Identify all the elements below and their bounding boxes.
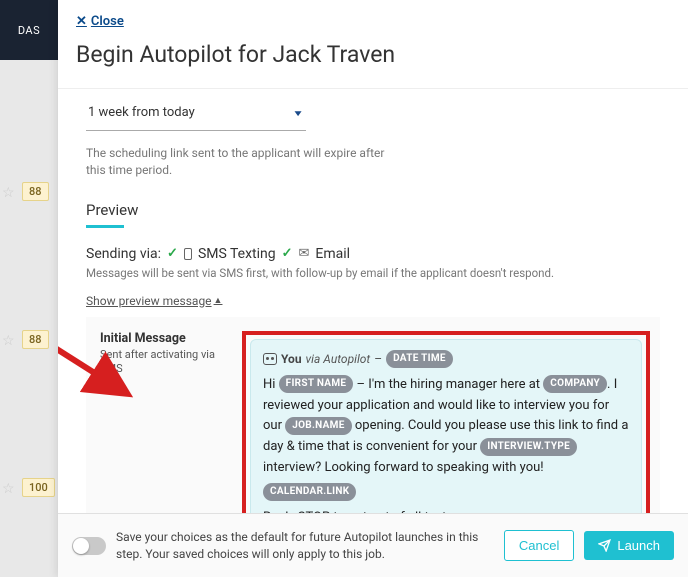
modal-footer: Save your choices as the default for fut… [58, 513, 688, 577]
pill-first-name: FIRST NAME [279, 375, 354, 393]
save-default-toggle[interactable] [72, 537, 106, 555]
launch-button[interactable]: Launch [584, 531, 674, 560]
annotation-highlight: You via Autopilot – DATE TIME Hi FIRST N… [242, 331, 650, 513]
expiry-select[interactable]: 1 week from today ▼ [86, 99, 306, 131]
modal-title: Begin Autopilot for Jack Traven [58, 29, 688, 89]
autopilot-modal: ✕ Close Begin Autopilot for Jack Traven … [58, 0, 688, 577]
launch-label: Launch [617, 538, 660, 553]
via-autopilot: via Autopilot [306, 350, 371, 369]
sender-you: You [281, 350, 302, 369]
show-preview-toggle[interactable]: Show preview message ▲ [86, 294, 222, 308]
star-icon: ☆ [2, 185, 15, 201]
pill-datetime: DATE TIME [386, 350, 453, 368]
email-label: Email [315, 246, 350, 262]
text-frag: – I'm the hiring manager here at [353, 377, 543, 392]
cancel-button[interactable]: Cancel [504, 530, 574, 561]
bot-icon [263, 353, 277, 365]
toggle-knob [73, 538, 89, 554]
sending-help-text: Messages will be sent via SMS first, wit… [86, 266, 660, 280]
sending-via-label: Sending via: [86, 246, 161, 262]
check-icon: ✓ [167, 246, 178, 261]
star-icon: ☆ [2, 333, 15, 349]
message-bubble: You via Autopilot – DATE TIME Hi FIRST N… [250, 339, 642, 513]
background-page: DAS ☆ 88 ☆ 88 ☆ 100 [0, 0, 58, 577]
optout-text: Reply STOP to opt-out of all text messag… [263, 508, 629, 513]
bubble-header: You via Autopilot – DATE TIME [263, 350, 629, 369]
nav-fragment: DAS [0, 0, 58, 60]
text-frag: Hi [263, 377, 279, 392]
close-icon: ✕ [76, 14, 87, 29]
score-badge: 88 [22, 330, 49, 349]
send-icon [598, 539, 611, 552]
initial-message-title: Initial Message [100, 331, 230, 346]
save-default-text: Save your choices as the default for fut… [116, 529, 494, 561]
envelope-icon: ✉ [299, 246, 310, 261]
separator: – [374, 350, 382, 369]
score-badge: 100 [22, 478, 55, 497]
preview-heading: Preview [86, 201, 660, 219]
caret-up-icon: ▲ [214, 295, 223, 306]
modal-body: 1 week from today ▼ The scheduling link … [58, 89, 688, 513]
pill-company: COMPANY [543, 375, 607, 393]
check-icon: ✓ [282, 246, 293, 261]
expiry-value: 1 week from today [88, 105, 195, 120]
close-button[interactable]: ✕ Close [76, 14, 124, 29]
bubble-body: Hi FIRST NAME – I'm the hiring manager h… [263, 375, 629, 513]
pill-calendar-link: CALENDAR.LINK [263, 483, 356, 501]
pill-interview-type: INTERVIEW.TYPE [480, 438, 577, 456]
preview-container: Initial Message Sent after activating vi… [86, 317, 660, 513]
expiry-help-text: The scheduling link sent to the applican… [86, 145, 386, 179]
star-icon: ☆ [2, 481, 15, 497]
score-badge: 88 [22, 182, 49, 201]
phone-icon [184, 248, 192, 260]
pill-job-name: JOB.NAME [285, 417, 351, 435]
chevron-down-icon: ▼ [292, 108, 304, 118]
sms-label: SMS Texting [198, 246, 276, 262]
show-preview-label: Show preview message [86, 294, 212, 308]
preview-meta: Initial Message Sent after activating vi… [100, 331, 230, 377]
sending-via-row: Sending via: ✓ SMS Texting ✓ ✉ Email [86, 246, 660, 262]
heading-underline [86, 225, 124, 228]
text-frag: interview? Looking forward to speaking w… [263, 460, 544, 475]
close-label: Close [91, 14, 124, 29]
initial-message-sub: Sent after activating via SMS [100, 348, 230, 377]
